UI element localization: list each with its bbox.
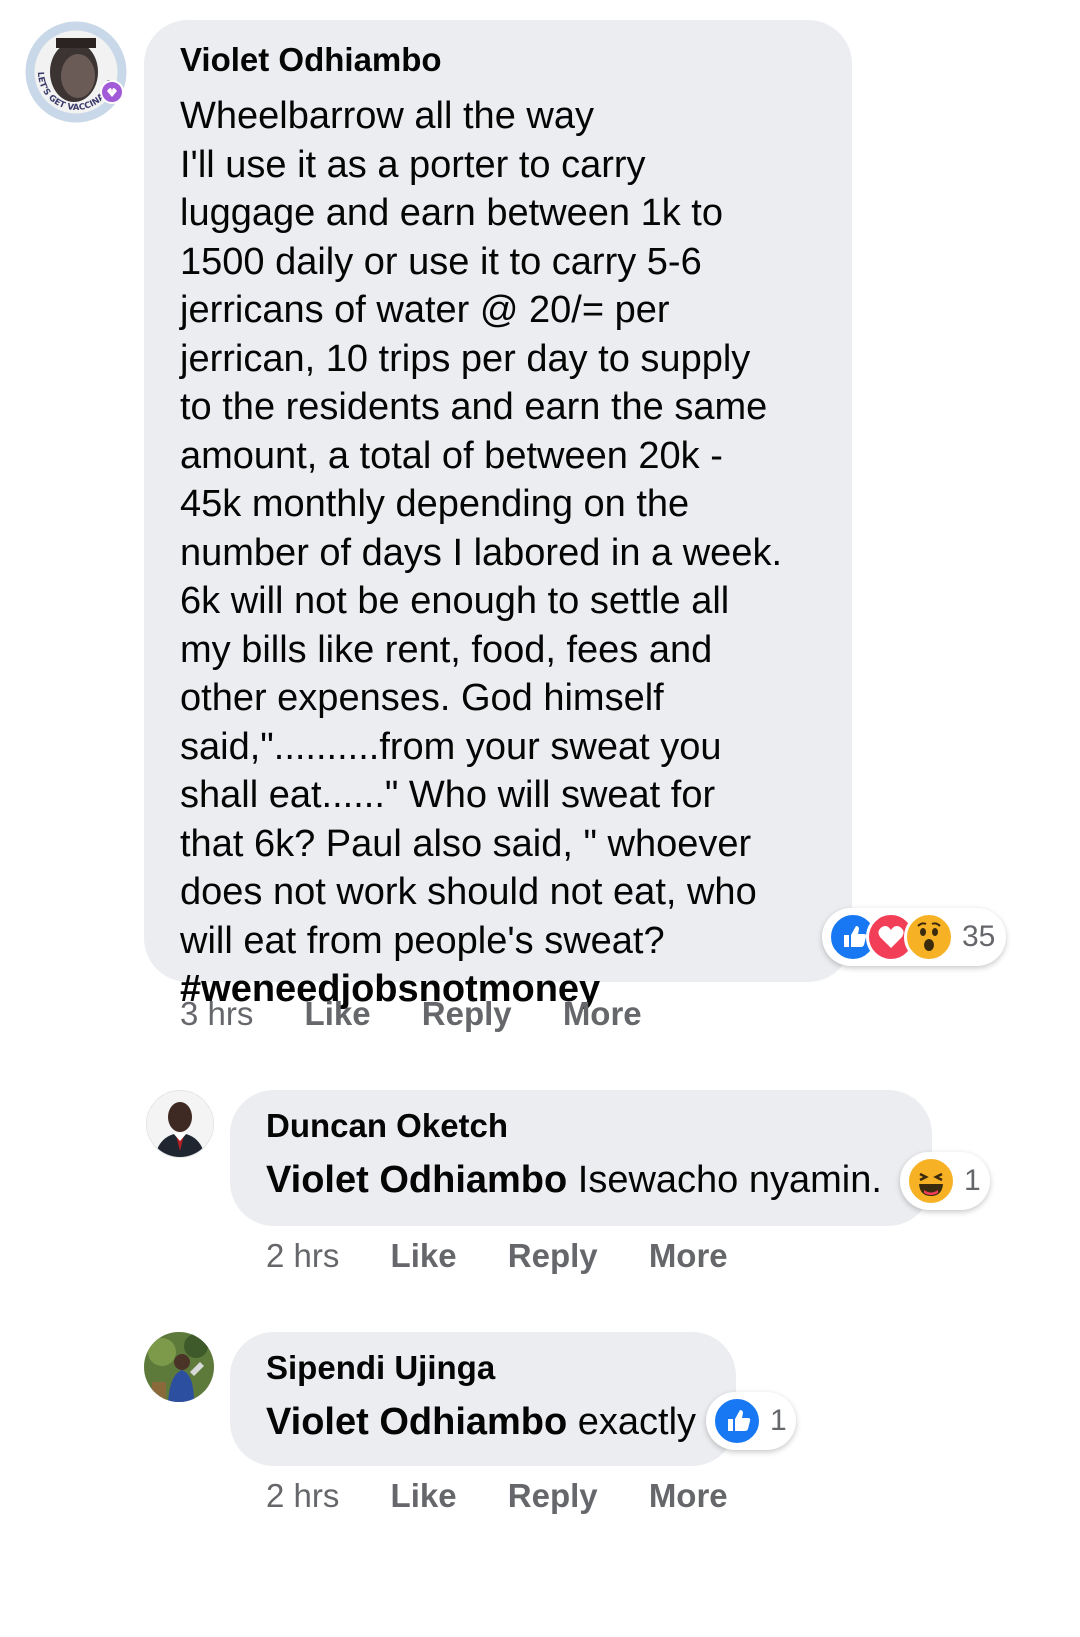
reply-text: exactly [577, 1401, 697, 1443]
reaction-summary[interactable]: 35 [822, 908, 1006, 966]
like-button[interactable]: Like [305, 995, 371, 1033]
reaction-count: 35 [962, 920, 996, 953]
reply-text-line: Violet Odhiambo Isewacho nyamin. [266, 1156, 932, 1204]
reaction-count: 1 [964, 1164, 981, 1197]
reply-author[interactable]: Duncan Oketch [266, 1106, 932, 1146]
reaction-summary[interactable]: 1 [900, 1152, 990, 1210]
reply-actions: 2 hrs Like Reply More [266, 1477, 770, 1515]
comment-actions: 3 hrs Like Reply More [180, 995, 684, 1033]
like-button[interactable]: Like [391, 1237, 457, 1275]
reply-bubble: Sipendi Ujinga Violet Odhiambo exactly [230, 1332, 736, 1466]
comment-violet-odhiambo: LET'S GET VACCINATED Violet Odhiambo Whe… [0, 0, 1080, 1060]
comment-author[interactable]: Violet Odhiambo [180, 40, 852, 80]
reply-actions: 2 hrs Like Reply More [266, 1237, 770, 1275]
comment-bubble: Violet Odhiambo Wheelbarrow all the way … [144, 20, 852, 1010]
like-button[interactable]: Like [391, 1477, 457, 1515]
avatar[interactable] [144, 1332, 214, 1402]
like-reaction-icon [712, 1396, 762, 1446]
comment-text: Wheelbarrow all the way I'll use it as a… [180, 95, 783, 962]
reply-bubble: Duncan Oketch Violet Odhiambo Isewacho n… [230, 1090, 932, 1226]
avatar-image [147, 1091, 213, 1157]
reaction-summary[interactable]: 1 [706, 1392, 796, 1450]
more-button[interactable]: More [563, 995, 642, 1033]
wow-reaction-icon [904, 912, 954, 962]
reaction-count: 1 [770, 1404, 787, 1437]
reply-button[interactable]: Reply [508, 1237, 598, 1275]
avatar-image [144, 1332, 214, 1402]
timestamp[interactable]: 2 hrs [266, 1237, 339, 1275]
avatar[interactable] [146, 1090, 214, 1158]
reply-text-line: Violet Odhiambo exactly [266, 1398, 736, 1446]
comments-screen: { "comments": [ { "author": "Violet Odhi… [0, 0, 1080, 1637]
reply-sipendi-ujinga: Sipendi Ujinga Violet Odhiambo exactly 1… [0, 1312, 1080, 1552]
avatar[interactable]: LET'S GET VACCINATED [24, 20, 128, 124]
timestamp[interactable]: 2 hrs [266, 1477, 339, 1515]
reply-button[interactable]: Reply [508, 1477, 598, 1515]
more-button[interactable]: More [649, 1477, 728, 1515]
mention-link[interactable]: Violet Odhiambo [266, 1401, 567, 1443]
more-button[interactable]: More [649, 1237, 728, 1275]
mention-link[interactable]: Violet Odhiambo [266, 1159, 567, 1201]
reply-duncan-oketch: Duncan Oketch Violet Odhiambo Isewacho n… [0, 1070, 1080, 1300]
avatar-image: LET'S GET VACCINATED [25, 21, 127, 123]
reply-author[interactable]: Sipendi Ujinga [266, 1348, 736, 1388]
reply-button[interactable]: Reply [422, 995, 512, 1033]
timestamp[interactable]: 3 hrs [180, 995, 253, 1033]
reply-text: Isewacho nyamin. [577, 1159, 882, 1201]
haha-reaction-icon [906, 1156, 956, 1206]
